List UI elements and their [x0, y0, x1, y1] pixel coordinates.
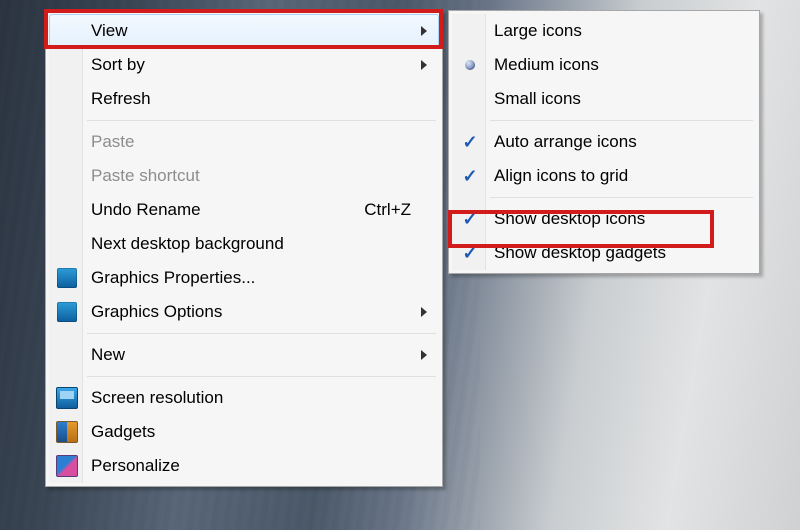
menu-item-refresh[interactable]: Refresh [49, 82, 439, 116]
screen-resolution-icon [55, 386, 79, 410]
menu-item-label: Personalize [91, 456, 429, 476]
personalize-icon [55, 454, 79, 478]
menu-item-new[interactable]: New [49, 338, 439, 372]
menu-item-label: Gadgets [91, 422, 429, 442]
submenu-item-auto-arrange-icons[interactable]: ✓ Auto arrange icons [452, 125, 756, 159]
menu-item-next-desktop-background[interactable]: Next desktop background [49, 227, 439, 261]
menu-item-label: Align icons to grid [494, 166, 746, 186]
menu-item-shortcut: Ctrl+Z [364, 200, 429, 220]
menu-item-graphics-properties[interactable]: Graphics Properties... [49, 261, 439, 295]
menu-item-label: Screen resolution [91, 388, 429, 408]
menu-item-label: Undo Rename [91, 200, 364, 220]
menu-item-graphics-options[interactable]: Graphics Options [49, 295, 439, 329]
menu-separator [490, 120, 753, 121]
menu-item-gadgets[interactable]: Gadgets [49, 415, 439, 449]
submenu-item-show-desktop-icons[interactable]: ✓ Show desktop icons [452, 202, 756, 236]
submenu-arrow-icon [421, 307, 427, 317]
menu-item-sort-by[interactable]: Sort by [49, 48, 439, 82]
menu-item-label: Graphics Options [91, 302, 421, 322]
menu-item-label: Paste shortcut [91, 166, 429, 186]
menu-separator [87, 333, 436, 334]
intel-graphics-icon [55, 266, 79, 290]
menu-item-label: Next desktop background [91, 234, 429, 254]
menu-item-personalize[interactable]: Personalize [49, 449, 439, 483]
submenu-item-align-icons-to-grid[interactable]: ✓ Align icons to grid [452, 159, 756, 193]
submenu-item-show-desktop-gadgets[interactable]: ✓ Show desktop gadgets [452, 236, 756, 270]
checkmark-icon: ✓ [458, 241, 482, 265]
intel-graphics-icon [55, 300, 79, 324]
gadgets-icon [55, 420, 79, 444]
menu-item-label: Show desktop gadgets [494, 243, 746, 263]
menu-item-label: Medium icons [494, 55, 746, 75]
menu-item-label: Paste [91, 132, 429, 152]
menu-item-label: Auto arrange icons [494, 132, 746, 152]
checkmark-icon: ✓ [458, 207, 482, 231]
menu-separator [87, 120, 436, 121]
checkmark-icon: ✓ [458, 130, 482, 154]
menu-item-label: Large icons [494, 21, 746, 41]
menu-item-label: Graphics Properties... [91, 268, 429, 288]
submenu-item-large-icons[interactable]: Large icons [452, 14, 756, 48]
menu-separator [87, 376, 436, 377]
submenu-item-medium-icons[interactable]: Medium icons [452, 48, 756, 82]
menu-item-label: Sort by [91, 55, 421, 75]
menu-item-view[interactable]: View [49, 14, 439, 48]
submenu-arrow-icon [421, 60, 427, 70]
radio-bullet-icon [458, 53, 482, 77]
submenu-arrow-icon [421, 26, 427, 36]
menu-separator [490, 197, 753, 198]
menu-item-label: View [91, 21, 421, 41]
menu-item-label: Small icons [494, 89, 746, 109]
view-submenu: Large icons Medium icons Small icons ✓ A… [448, 10, 760, 274]
menu-item-label: Show desktop icons [494, 209, 746, 229]
menu-item-label: New [91, 345, 421, 365]
menu-item-label: Refresh [91, 89, 429, 109]
menu-item-paste-shortcut: Paste shortcut [49, 159, 439, 193]
checkmark-icon: ✓ [458, 164, 482, 188]
submenu-item-small-icons[interactable]: Small icons [452, 82, 756, 116]
desktop-context-menu: View Sort by Refresh Paste Paste shortcu… [45, 10, 443, 487]
submenu-arrow-icon [421, 350, 427, 360]
menu-item-paste: Paste [49, 125, 439, 159]
menu-item-undo-rename[interactable]: Undo Rename Ctrl+Z [49, 193, 439, 227]
menu-item-screen-resolution[interactable]: Screen resolution [49, 381, 439, 415]
